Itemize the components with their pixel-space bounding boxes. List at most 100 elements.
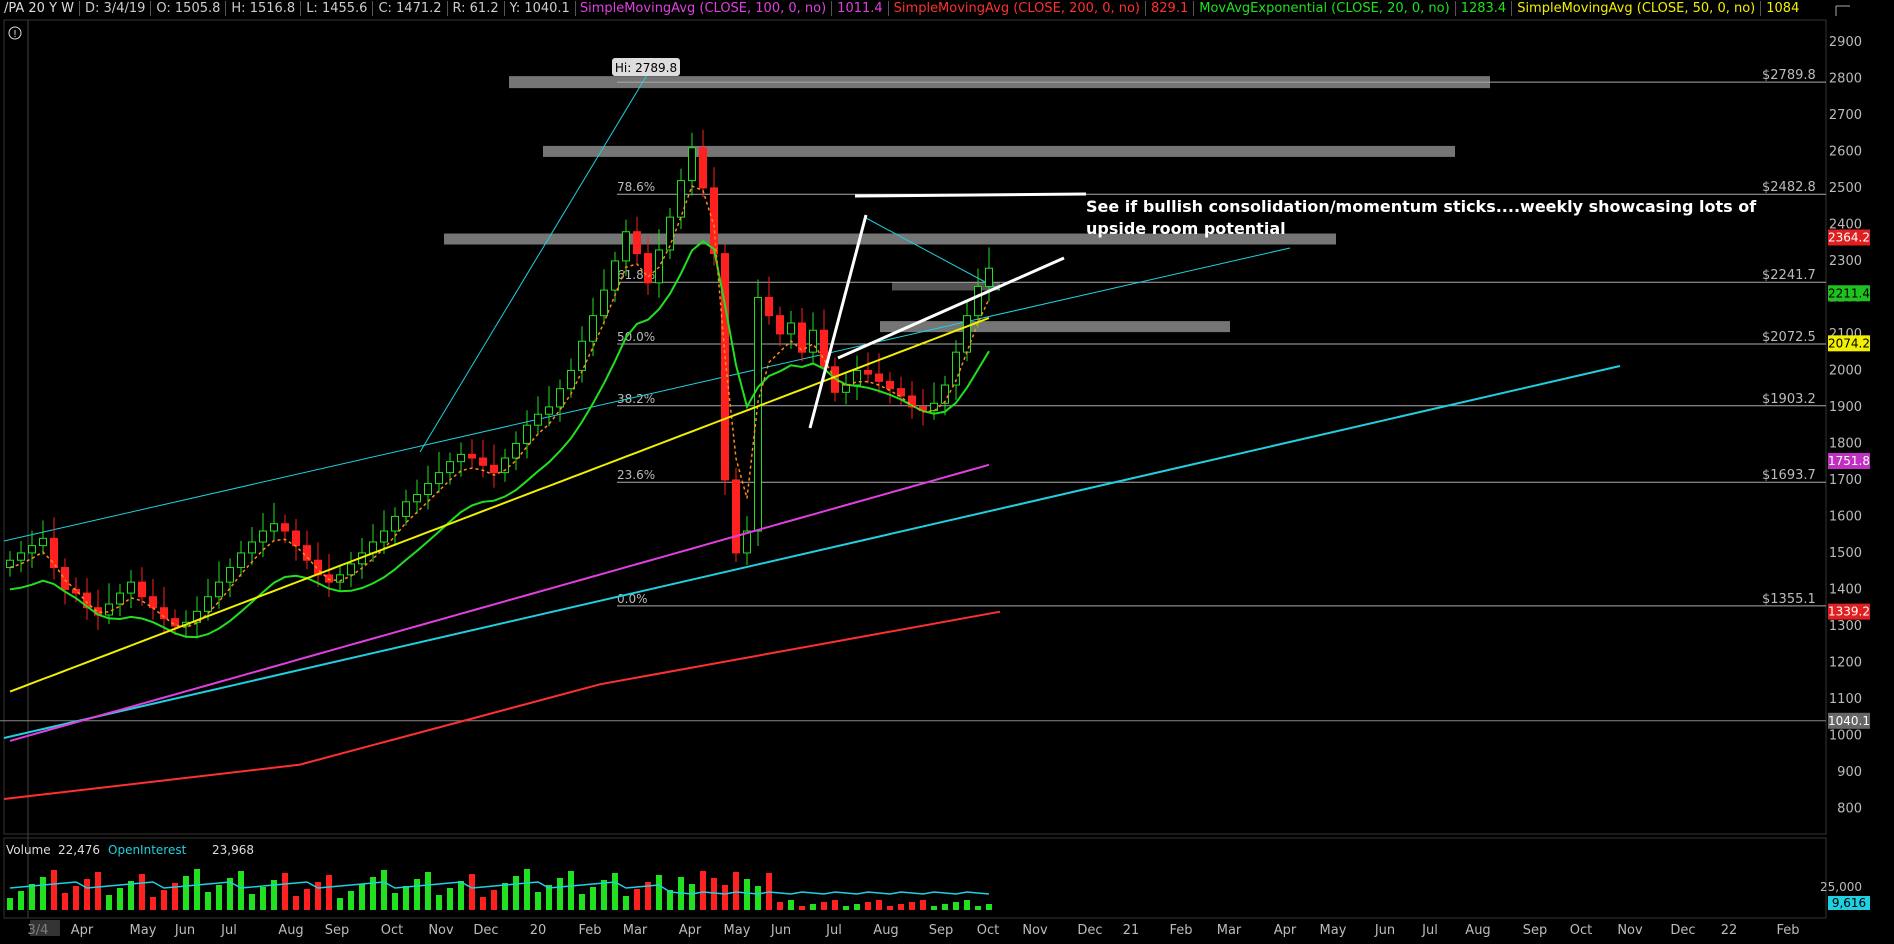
volume-bar bbox=[7, 898, 13, 910]
x-tick-label: Aug bbox=[873, 923, 898, 938]
x-tick-label: Jun bbox=[1374, 923, 1395, 938]
candle-body bbox=[776, 315, 784, 335]
x-tick-label: 21 bbox=[1123, 923, 1140, 938]
volume-bar bbox=[513, 876, 519, 910]
volume-bar bbox=[194, 869, 200, 910]
volume-bar bbox=[161, 890, 167, 910]
x-tick-label: Mar bbox=[623, 923, 648, 938]
volume-bar bbox=[436, 895, 442, 910]
volume-bar bbox=[898, 904, 904, 910]
volume-bar bbox=[95, 872, 101, 910]
volume-bar bbox=[986, 904, 992, 910]
x-tick-label: May bbox=[1320, 923, 1347, 938]
candle-body bbox=[61, 567, 69, 590]
x-tick-label: Jul bbox=[220, 923, 237, 938]
volume-bar bbox=[304, 889, 310, 910]
price-tag-label: 2364.2 bbox=[1828, 230, 1870, 244]
price-tag-label: 1040.1 bbox=[1828, 714, 1870, 728]
candle-body bbox=[809, 329, 817, 353]
candle-body bbox=[567, 369, 575, 390]
x-tick-label: Jun bbox=[770, 923, 791, 938]
y-tick-label: 800 bbox=[1837, 801, 1862, 816]
y-tick-label: 1200 bbox=[1829, 655, 1862, 670]
candle-body bbox=[424, 483, 432, 496]
candle-body bbox=[50, 537, 58, 569]
candle-body bbox=[589, 315, 597, 342]
y-tick-label: 2500 bbox=[1829, 181, 1862, 196]
volume-bar bbox=[579, 894, 585, 910]
y-tick-label: 2600 bbox=[1829, 144, 1862, 159]
volume-bar bbox=[865, 902, 871, 910]
x-tick-label: 20 bbox=[530, 923, 547, 938]
candle-body bbox=[413, 494, 421, 503]
volume-bar bbox=[370, 877, 376, 910]
fib-ratio-label: 50.0% bbox=[617, 330, 655, 344]
volume-bar bbox=[51, 870, 57, 910]
volume-bar bbox=[821, 902, 827, 910]
x-tick-label: Sep bbox=[325, 923, 350, 938]
candle-body bbox=[457, 453, 465, 463]
price-tag-label: 2211.4 bbox=[1828, 286, 1870, 300]
volume-bar bbox=[700, 871, 706, 910]
x-tick-label: Sep bbox=[1523, 923, 1548, 938]
volume-bar bbox=[810, 904, 816, 910]
candle-body bbox=[787, 322, 795, 335]
y-tick-label: 1800 bbox=[1829, 436, 1862, 451]
x-tick-label: May bbox=[724, 923, 751, 938]
y-tick-label: 1600 bbox=[1829, 509, 1862, 524]
drawn-top-line bbox=[854, 192, 1087, 198]
candle-body bbox=[556, 388, 564, 408]
x-tick-label: Feb bbox=[1776, 923, 1799, 938]
x-tick-label: Jul bbox=[825, 923, 842, 938]
volume-bar bbox=[40, 877, 46, 910]
volume-bar bbox=[612, 873, 618, 910]
y-tick-label: 1500 bbox=[1829, 546, 1862, 561]
y-tick-label: 1900 bbox=[1829, 400, 1862, 415]
volume-tick-label: 25,000 bbox=[1820, 880, 1862, 894]
candle-body bbox=[765, 296, 773, 317]
price-chart[interactable]: ! 800 900 1000 1100 1200 1300 1400 1500 1600 1700 1… bbox=[0, 0, 1894, 944]
price-tag-label: 1751.8 bbox=[1828, 454, 1870, 468]
volume-value: 22,476 bbox=[58, 843, 100, 857]
volume-bar bbox=[469, 874, 475, 910]
x-tick-label: Dec bbox=[1670, 923, 1695, 938]
fib-ratio-label: 23.6% bbox=[617, 468, 655, 482]
price-tag-label: 2074.2 bbox=[1828, 336, 1870, 350]
volume-bar bbox=[73, 886, 79, 910]
fib-price-label-top: $2789.8 bbox=[1762, 68, 1816, 83]
volume-bar bbox=[799, 906, 805, 910]
candle-body bbox=[468, 453, 476, 459]
candle-body bbox=[600, 289, 608, 317]
fib-price-label: $2482.8 bbox=[1762, 180, 1816, 195]
x-tick-label: Aug bbox=[278, 923, 303, 938]
volume-bar bbox=[183, 876, 189, 910]
candle-body bbox=[699, 147, 707, 189]
drawn-flagpole-line bbox=[808, 214, 868, 429]
volume-bar bbox=[282, 873, 288, 910]
drawn-support-line bbox=[837, 256, 1065, 360]
volume-bar bbox=[601, 880, 607, 910]
candle-body bbox=[677, 180, 685, 218]
channel-trend-line bbox=[3, 247, 1291, 542]
volume-bar bbox=[524, 869, 530, 910]
volume-bar bbox=[568, 871, 574, 910]
y-tick-label: 1400 bbox=[1829, 582, 1862, 597]
fib-price-label: $2072.5 bbox=[1762, 330, 1816, 345]
candle-body bbox=[127, 581, 135, 594]
volume-bar bbox=[942, 904, 948, 910]
volume-bar bbox=[744, 879, 750, 910]
volume-bar bbox=[502, 883, 508, 910]
volume-bar bbox=[920, 900, 926, 910]
candle-body bbox=[226, 567, 234, 583]
x-tick-label: Feb bbox=[1169, 923, 1192, 938]
candle-body bbox=[391, 515, 399, 532]
candle-body bbox=[39, 537, 47, 547]
candle-body bbox=[622, 231, 630, 262]
volume-bar bbox=[953, 902, 959, 910]
volume-last-label: 9,616 bbox=[1832, 896, 1866, 910]
volume-bar bbox=[909, 902, 915, 910]
volume-bar bbox=[623, 896, 629, 910]
volume-label: Volume bbox=[6, 843, 51, 857]
candle-body bbox=[204, 596, 212, 612]
volume-bar bbox=[425, 872, 431, 910]
